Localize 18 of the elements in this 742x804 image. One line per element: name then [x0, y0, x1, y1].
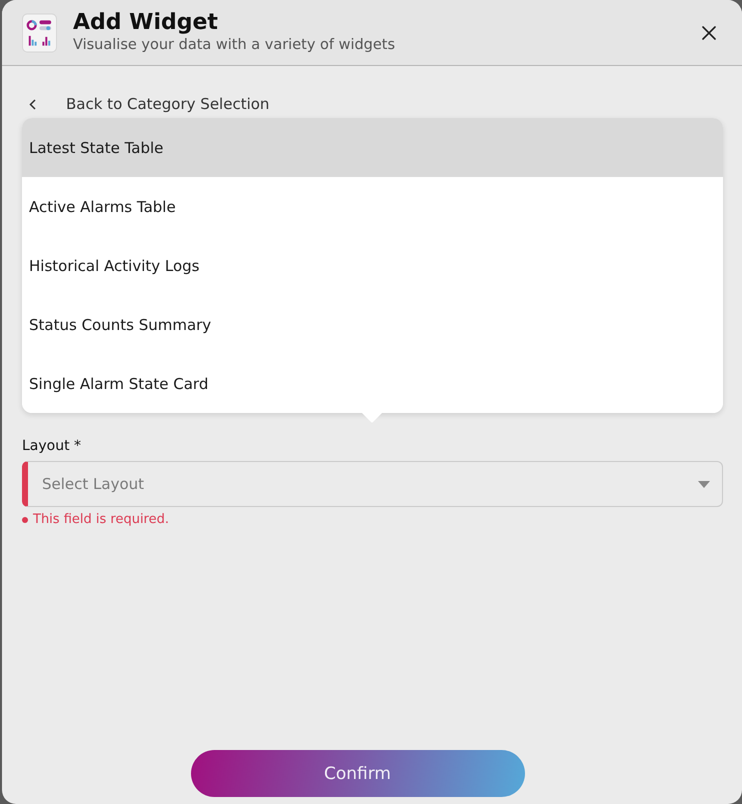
dialog-title: Add Widget: [73, 10, 219, 36]
dialog-subtitle: Visualise your data with a variety of widgets: [73, 36, 396, 55]
layout-select[interactable]: Select Layout: [22, 461, 723, 507]
widgets-app-icon: [22, 12, 57, 52]
back-link[interactable]: Back to Category Selection: [22, 94, 270, 114]
caret-down-icon: [698, 480, 710, 488]
pointer-tip-icon: [362, 413, 382, 423]
error-dot-icon: [22, 516, 28, 522]
menu-item[interactable]: Historical Activity Logs: [22, 236, 723, 295]
confirm-button[interactable]: Confirm: [190, 750, 524, 797]
menu-item[interactable]: Status Counts Summary: [22, 295, 723, 354]
menu-item[interactable]: Active Alarms Table: [22, 177, 723, 236]
close-icon: [702, 26, 716, 40]
menu-item[interactable]: Single Alarm State Card: [22, 354, 723, 413]
menu-item[interactable]: Latest State Table: [22, 118, 723, 177]
chevron-left-icon: [29, 98, 36, 110]
layout-label: Layout *: [22, 437, 82, 455]
error-message: This field is required.: [33, 511, 169, 528]
